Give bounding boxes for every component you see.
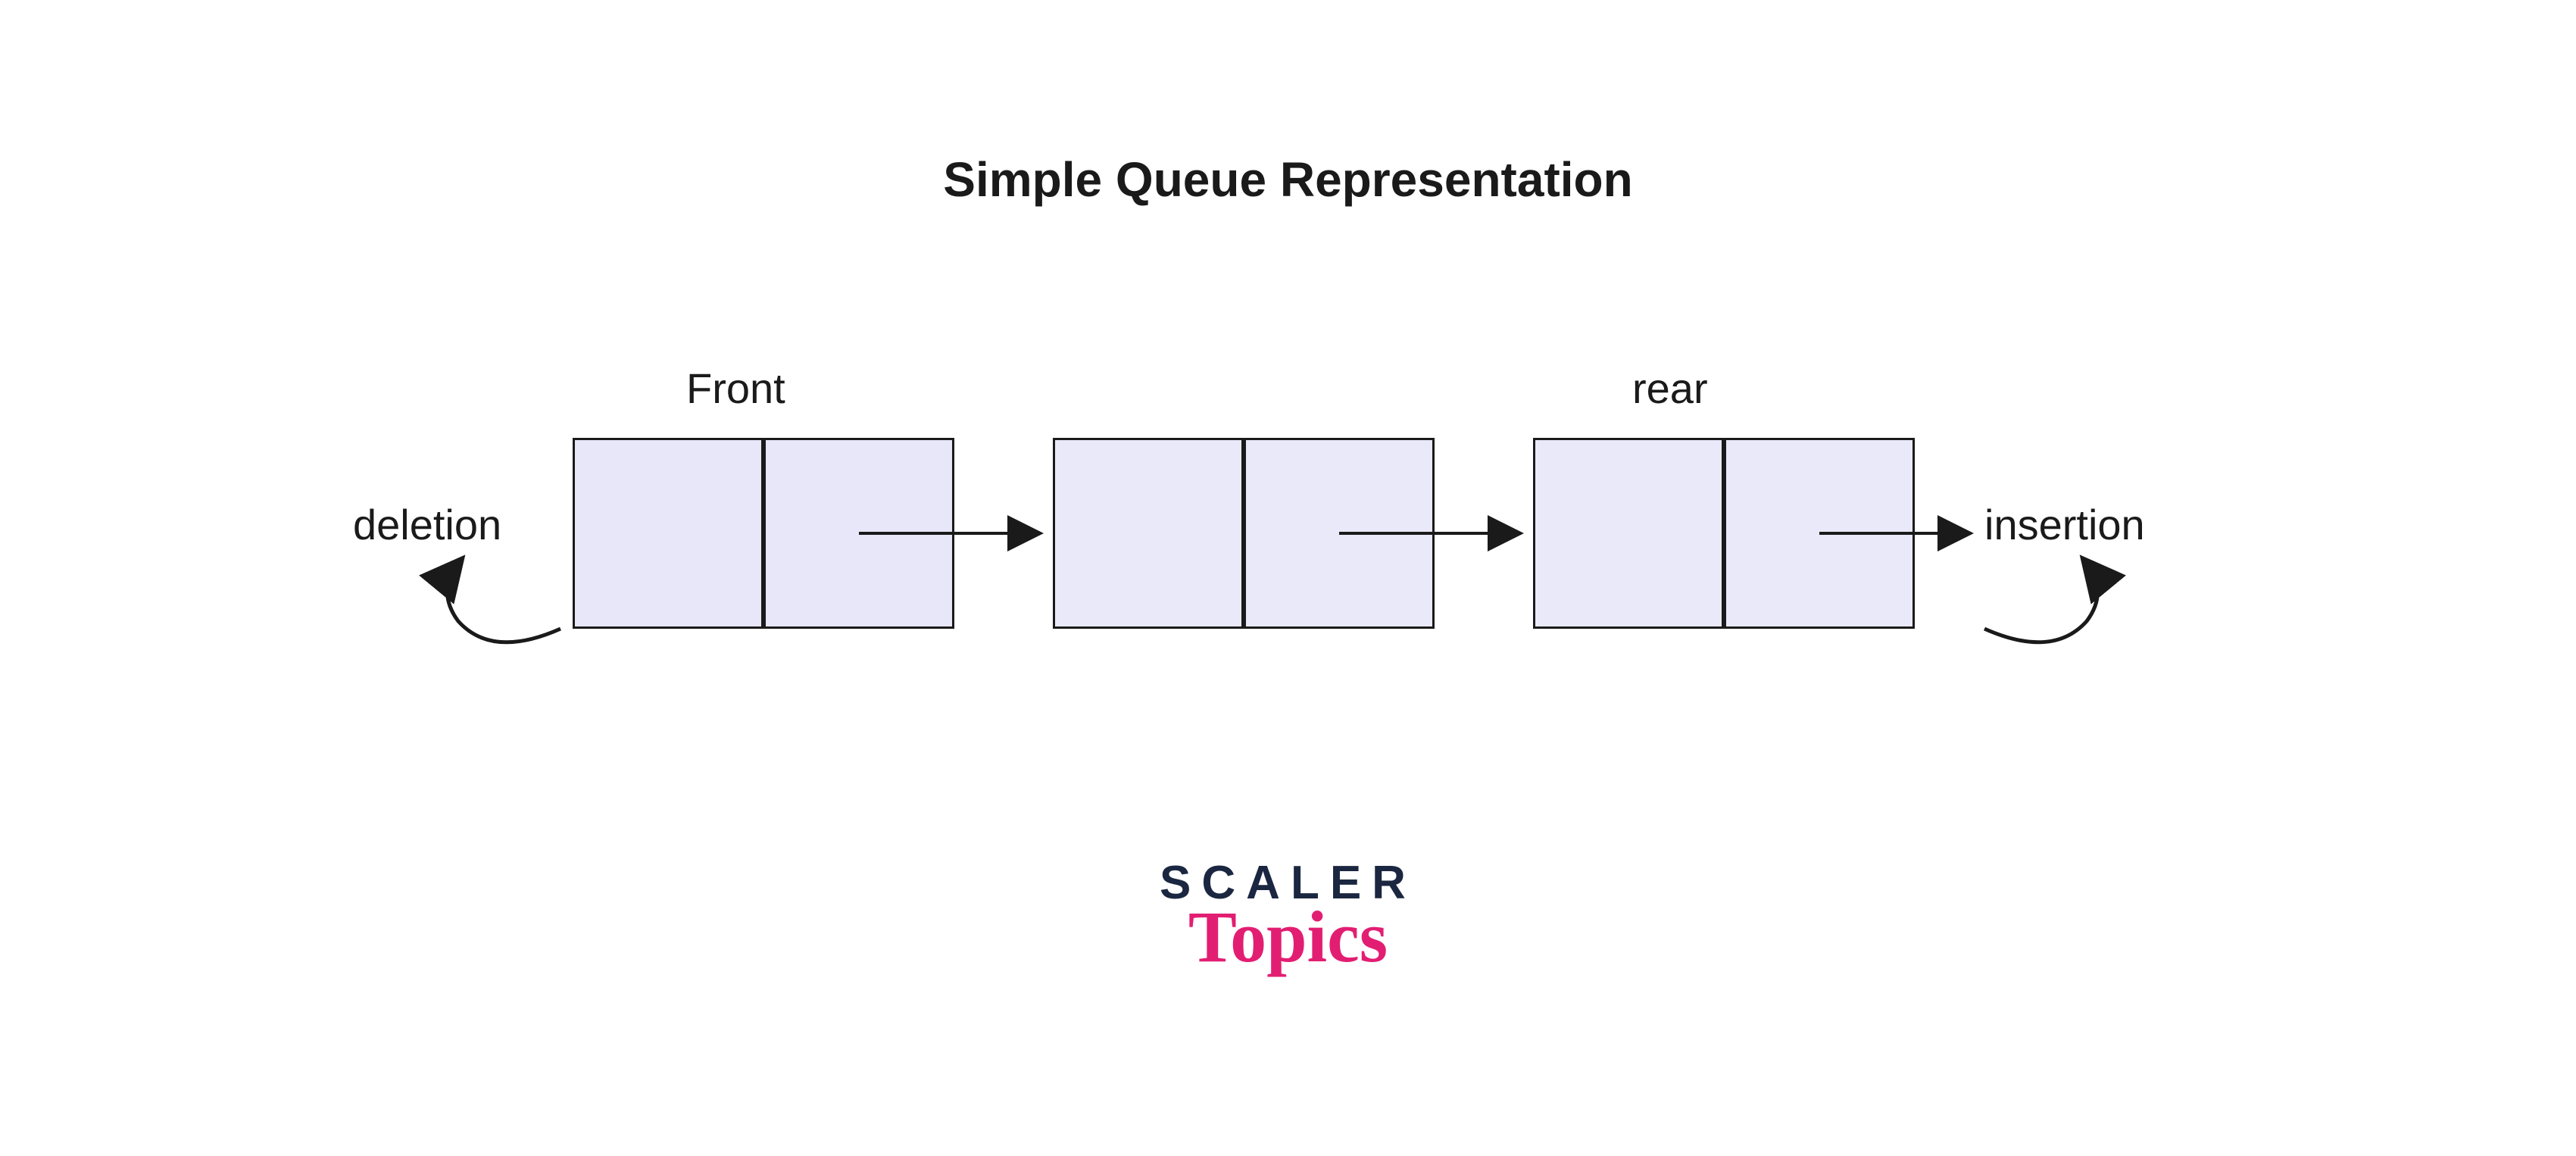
queue-node-2-next bbox=[1244, 438, 1435, 629]
diagram-canvas: Simple Queue Representation Front rear d… bbox=[0, 0, 2576, 1156]
queue-node-3-data bbox=[1533, 438, 1724, 629]
logo-topics-text: Topics bbox=[0, 895, 2576, 979]
queue-node-1-data bbox=[573, 438, 763, 629]
queue-node-1-next bbox=[763, 438, 954, 629]
queue-node-3-next bbox=[1724, 438, 1915, 629]
queue-node-2-data bbox=[1053, 438, 1244, 629]
deletion-label: deletion bbox=[353, 500, 501, 549]
insertion-curve-icon bbox=[1984, 561, 2097, 642]
deletion-curve-icon bbox=[448, 561, 560, 642]
rear-label: rear bbox=[1632, 364, 1708, 413]
insertion-label: insertion bbox=[1984, 500, 2145, 549]
front-label: Front bbox=[686, 364, 785, 413]
brand-logo: SCALER Topics bbox=[0, 856, 2576, 979]
diagram-title: Simple Queue Representation bbox=[0, 152, 2576, 208]
